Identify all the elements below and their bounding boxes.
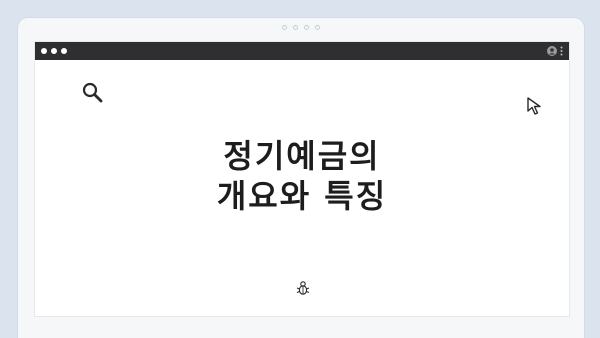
window-titlebar bbox=[35, 42, 569, 60]
pagination-dot[interactable] bbox=[293, 25, 298, 30]
window-controls bbox=[41, 48, 67, 54]
titlebar-actions bbox=[547, 46, 563, 56]
close-dot[interactable] bbox=[41, 48, 47, 54]
cursor-arrow-icon bbox=[527, 97, 541, 115]
browser-window: 정기예금의 개요와 특징 bbox=[34, 41, 570, 317]
pagination-dots bbox=[18, 25, 584, 30]
kebab-menu-icon[interactable] bbox=[560, 46, 563, 56]
bug-icon bbox=[296, 281, 310, 295]
page-title-line-1: 정기예금의 bbox=[223, 137, 381, 175]
minimize-dot[interactable] bbox=[51, 48, 57, 54]
pagination-dot[interactable] bbox=[304, 25, 309, 30]
page-title: 정기예금의 개요와 특징 bbox=[35, 136, 569, 216]
pagination-dot[interactable] bbox=[315, 25, 320, 30]
maximize-dot[interactable] bbox=[61, 48, 67, 54]
pagination-dot[interactable] bbox=[282, 25, 287, 30]
page-title-line-2: 개요와 특징 bbox=[216, 177, 388, 215]
profile-icon[interactable] bbox=[547, 46, 557, 56]
search-icon bbox=[82, 82, 103, 103]
